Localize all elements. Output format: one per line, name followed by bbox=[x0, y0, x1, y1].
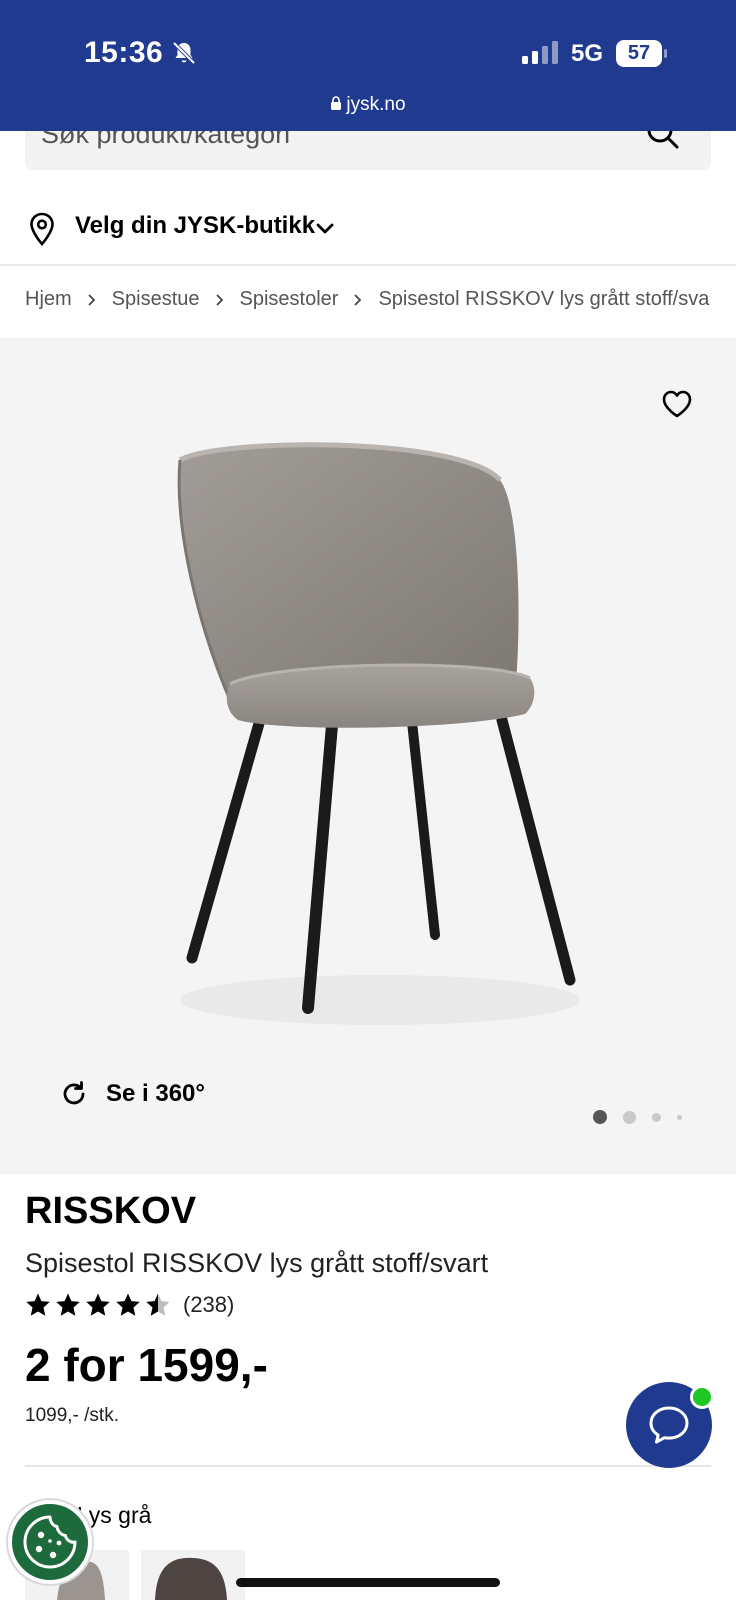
chat-status-indicator bbox=[690, 1385, 714, 1409]
chevron-right-icon bbox=[354, 294, 362, 306]
view-360-button[interactable]: Se i 360° bbox=[60, 1080, 205, 1108]
product-brand: RISSKOV bbox=[25, 1190, 197, 1232]
silent-bell-icon bbox=[172, 41, 196, 65]
star-rating-icon bbox=[26, 1293, 170, 1316]
store-picker[interactable]: Velg din JYSK-butikk bbox=[0, 196, 736, 266]
chevron-down-icon bbox=[316, 223, 334, 234]
product-rating[interactable]: (238) bbox=[25, 1290, 234, 1320]
pagination-dot[interactable] bbox=[677, 1114, 682, 1120]
rating-count: (238) bbox=[183, 1292, 235, 1317]
battery-level: 57 bbox=[627, 42, 651, 64]
view-360-label: Se i 360° bbox=[106, 1080, 205, 1107]
pagination-dot[interactable] bbox=[623, 1110, 636, 1124]
product-image[interactable] bbox=[160, 440, 600, 1040]
address-bar[interactable]: jysk.no bbox=[0, 94, 736, 116]
product-title: Spisestol RISSKOV lys grått stoff/svart bbox=[25, 1248, 489, 1278]
breadcrumb-item-chairs[interactable]: Spisestoler bbox=[240, 288, 339, 311]
unit-price: 1099,- /stk. bbox=[25, 1405, 119, 1426]
home-indicator bbox=[236, 1578, 500, 1587]
breadcrumb-item-current: Spisestol RISSKOV lys grått stoff/sva bbox=[378, 288, 710, 311]
store-picker-label: Velg din JYSK-butikk bbox=[75, 212, 316, 239]
swatch-chair-image bbox=[155, 1557, 227, 1600]
pagination-dot[interactable] bbox=[593, 1110, 607, 1124]
chat-bubble-icon bbox=[649, 1406, 689, 1444]
chevron-right-icon bbox=[215, 294, 223, 306]
product-price: 2 for 1599,- bbox=[25, 1339, 268, 1391]
breadcrumb: Hjem Spisestue Spisestoler Spisestol RISSKO… bbox=[25, 288, 736, 318]
status-bar: 15:36 5G 57 jysk.no bbox=[0, 0, 736, 131]
url-text: jysk.no bbox=[346, 94, 406, 115]
status-time: 15:36 bbox=[84, 36, 164, 69]
cookie-icon bbox=[23, 1515, 77, 1569]
breadcrumb-item-home[interactable]: Hjem bbox=[25, 288, 72, 311]
network-type: 5G bbox=[571, 40, 604, 67]
heart-icon[interactable] bbox=[661, 389, 693, 419]
chevron-right-icon bbox=[88, 294, 95, 306]
color-swatch-dark[interactable] bbox=[141, 1550, 245, 1600]
gallery-pagination bbox=[593, 1110, 698, 1124]
location-pin-icon bbox=[30, 212, 54, 246]
pagination-dot[interactable] bbox=[652, 1112, 661, 1122]
signal-icon bbox=[522, 41, 558, 64]
rotate-360-icon bbox=[63, 1081, 85, 1105]
breadcrumb-item-dining[interactable]: Spisestue bbox=[112, 288, 200, 311]
divider bbox=[25, 1465, 711, 1467]
lock-icon bbox=[331, 96, 342, 110]
